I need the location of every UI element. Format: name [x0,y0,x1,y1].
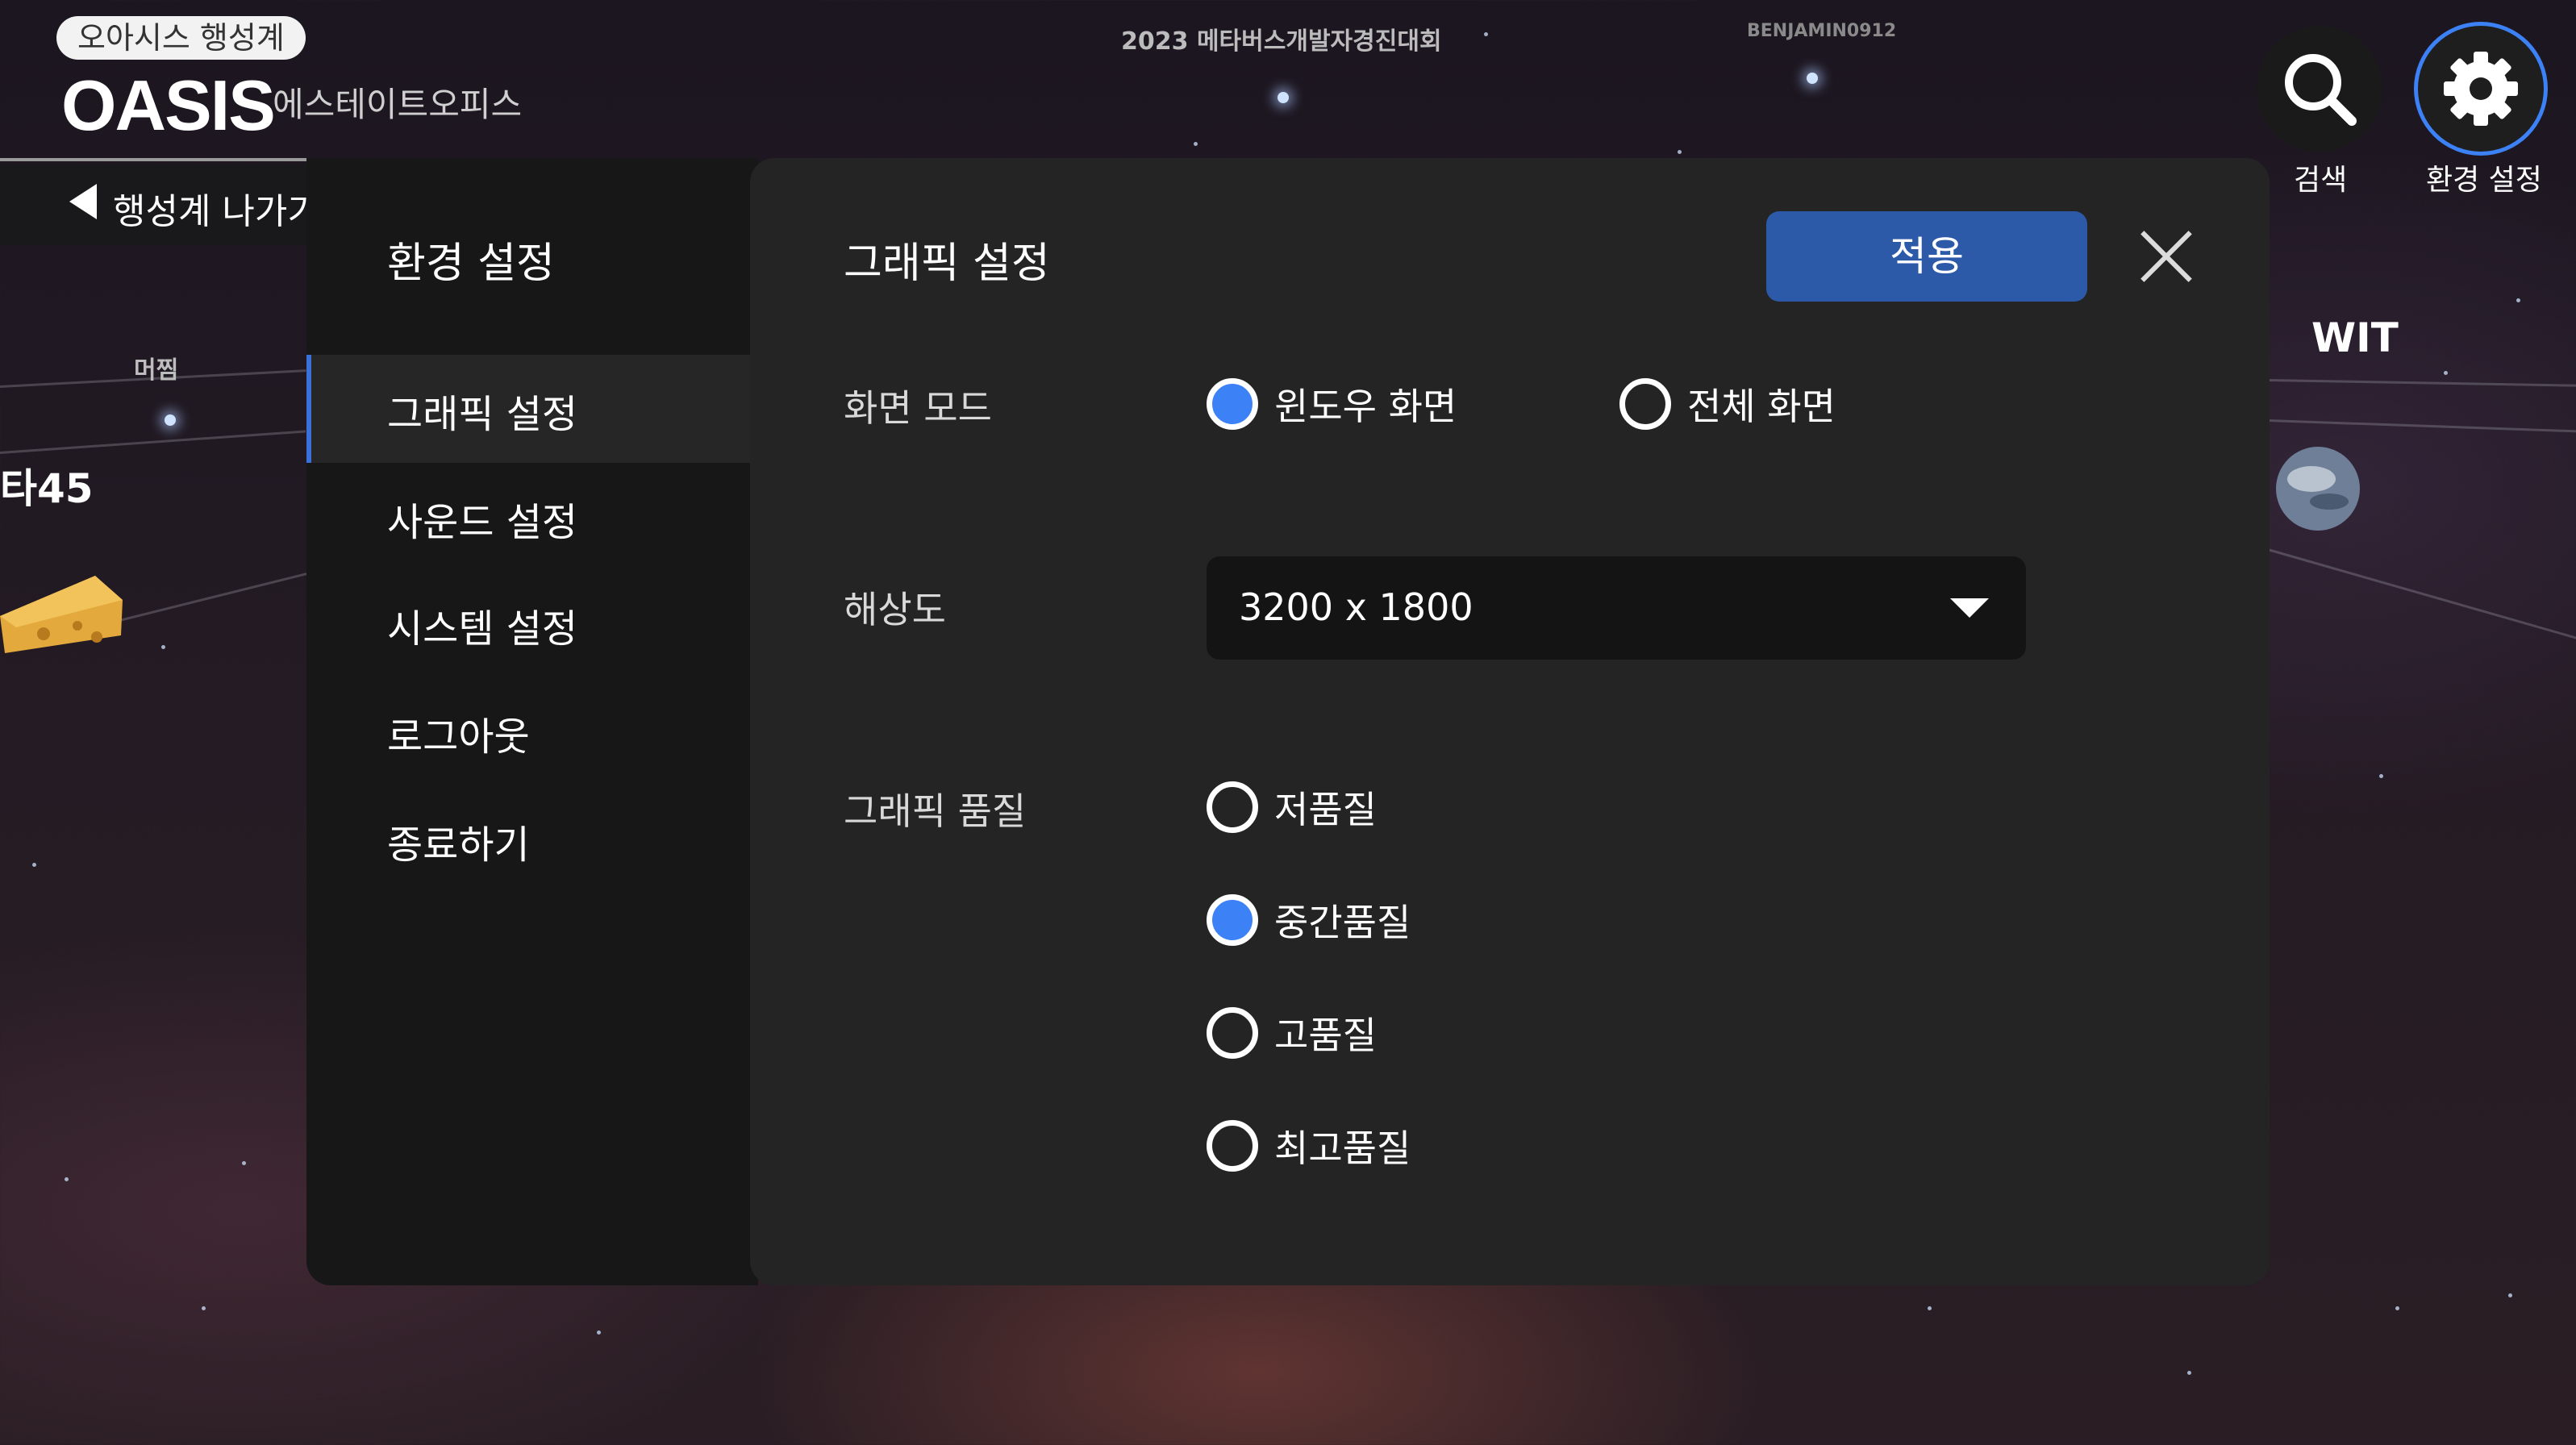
settings-button[interactable] [2418,26,2544,152]
close-icon[interactable] [2137,227,2195,285]
radio-circle [1619,378,1671,430]
planet-icon [2276,447,2360,531]
star [1678,150,1682,154]
orbit-line [2267,379,2576,387]
sidebar-item-logout[interactable]: 로그아웃 [306,677,758,785]
star [2395,1306,2399,1310]
search-label: 검색 [2294,164,2348,197]
star [1484,32,1488,36]
sidebar-item-graphics[interactable]: 그래픽 설정 [306,355,758,463]
planet-label: WIT [2311,314,2399,361]
radio-label: 저품질 [1274,788,1377,831]
orbit-line [2267,419,2576,433]
star [2379,774,2383,778]
cheese-planet-icon [0,576,123,653]
planet-label: 타45 [0,465,94,512]
radio-label: 최고품질 [1274,1126,1411,1170]
orbit-line [0,430,306,454]
sidebar-item-label: 그래픽 설정 [387,392,578,437]
quality-medium-radio[interactable]: 중간품질 [1207,893,1411,947]
quality-high-radio[interactable]: 고품질 [1207,1006,1377,1060]
chevron-down-icon [1950,598,1989,618]
screen-mode-label: 화면 모드 [844,386,992,430]
sidebar-item-label: 사운드 설정 [387,500,578,545]
quality-label: 그래픽 품질 [844,789,1027,833]
resolution-label: 해상도 [844,588,946,631]
quality-low-radio[interactable]: 저품질 [1207,781,1377,834]
sidebar-item-label: 종료하기 [387,822,530,868]
star [1807,73,1818,84]
radio-circle [1207,894,1258,946]
settings-sidebar: 환경 설정 그래픽 설정 사운드 설정 시스템 설정 로그아웃 종료하기 [306,158,758,1285]
radio-label: 전체 화면 [1687,385,1836,428]
radio-label: 윈도우 화면 [1274,385,1457,428]
quality-ultra-radio[interactable]: 최고품질 [1207,1119,1411,1172]
star [65,1177,69,1181]
brand-logo: OASIS [61,65,276,145]
star [2444,371,2448,375]
screen-mode-windowed-radio[interactable]: 윈도우 화면 [1207,377,1457,431]
gear-icon [2444,52,2518,126]
star [1278,92,1289,103]
panel-title: 그래픽 설정 [844,239,1050,288]
star [1194,142,1198,146]
back-label: 행성계 나가기 [113,191,320,232]
sidebar-item-quit[interactable]: 종료하기 [306,785,758,893]
sidebar-item-label: 로그아웃 [387,714,530,760]
star [165,414,176,426]
star [597,1330,601,1335]
search-button[interactable] [2257,26,2382,152]
back-button[interactable]: 행성계 나가기 [0,164,320,245]
planet-label: 머찜 [134,356,179,385]
apply-button[interactable]: 적용 [1766,211,2087,302]
star [2516,298,2520,302]
radio-circle [1207,378,1258,430]
star [32,863,36,867]
radio-circle [1207,781,1258,833]
radio-label: 고품질 [1274,1014,1377,1057]
username: BENJAMIN0912 [1747,21,1897,41]
star [161,645,165,649]
radio-circle [1207,1007,1258,1059]
screen-mode-fullscreen-radio[interactable]: 전체 화면 [1619,377,1836,431]
radio-label: 중간품질 [1274,901,1411,944]
settings-label: 환경 설정 [2426,164,2542,197]
graphics-settings-panel: 그래픽 설정 적용 화면 모드 윈도우 화면 전체 화면 해상도 3200 x … [750,158,2270,1285]
resolution-value: 3200 x 1800 [1239,585,1473,629]
sidebar-item-sound[interactable]: 사운드 설정 [306,463,758,571]
star [1928,1306,1932,1310]
sidebar-item-system[interactable]: 시스템 설정 [306,569,758,677]
star [2187,1371,2191,1375]
search-icon [2285,54,2357,126]
sidebar-item-label: 시스템 설정 [387,606,578,652]
back-arrow-icon [69,184,97,219]
star [2508,1293,2512,1297]
brand-subtitle: 에스테이트오피스 [273,85,523,124]
radio-circle [1207,1120,1258,1172]
star [242,1161,246,1165]
sidebar-title: 환경 설정 [387,239,555,288]
event-title: 2023 메타버스개발자경진대회 [1121,27,1442,56]
brand-pill: 오아시스 행성계 [56,16,306,60]
orbit-line [2267,548,2576,640]
resolution-select[interactable]: 3200 x 1800 [1207,556,2026,660]
star [202,1306,206,1310]
